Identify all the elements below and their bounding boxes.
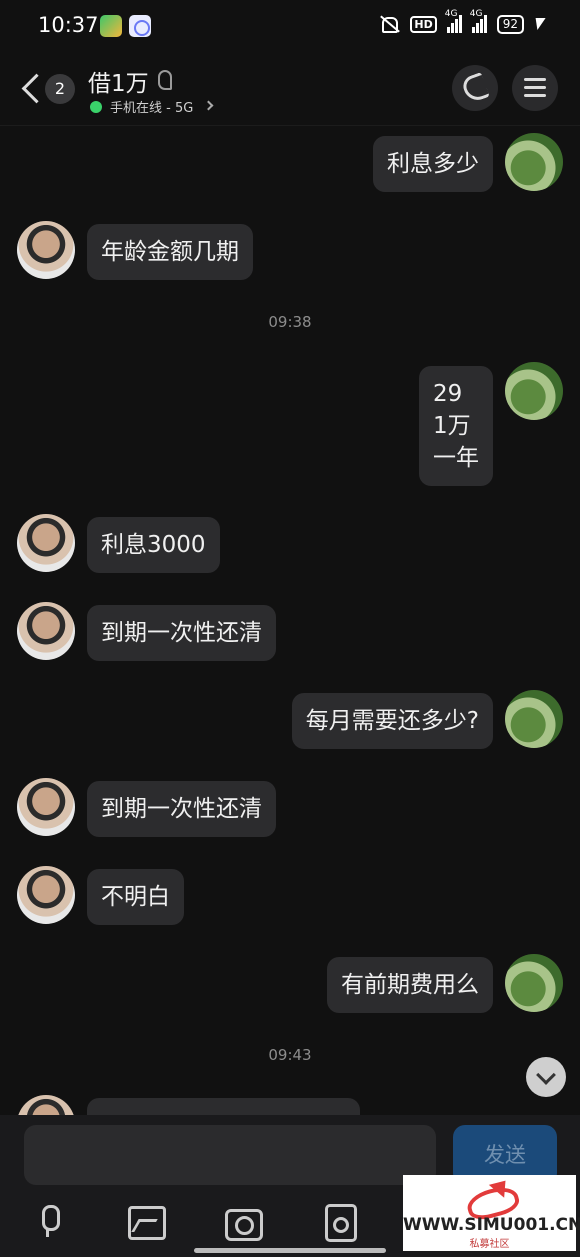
ear-icon [158, 70, 172, 90]
message-bubble-incoming[interactable]: 利息3000 [87, 517, 220, 573]
watermark-subtitle: 私募社区 [469, 1239, 510, 1250]
chevron-right-icon[interactable] [203, 100, 214, 111]
message-list[interactable]: 利息多少 年龄金额几期 09:38 29 1万 一年 利息3000 到期一次性还… [0, 127, 580, 1115]
image-icon[interactable] [127, 1203, 166, 1240]
online-indicator [90, 101, 102, 113]
home-indicator[interactable] [194, 1248, 386, 1253]
message-timestamp: 09:43 [268, 1046, 312, 1064]
scroll-to-bottom-button[interactable] [526, 1057, 566, 1097]
message-bubble-incoming[interactable] [87, 1098, 360, 1115]
hd-icon: HD [410, 15, 437, 33]
menu-button[interactable] [512, 65, 558, 111]
contact-avatar[interactable] [17, 602, 75, 660]
online-status[interactable]: 手机在线 - 5G [110, 97, 193, 116]
red-packet-icon[interactable] [321, 1203, 357, 1242]
contact-avatar[interactable] [17, 514, 75, 572]
status-bar: 10:37 HD 4G 4G 92 [0, 0, 580, 52]
message-bubble-outgoing[interactable]: 有前期费用么 [327, 957, 493, 1013]
contact-avatar[interactable] [17, 778, 75, 836]
app-notification-icon-2 [129, 15, 151, 37]
back-icon[interactable] [22, 74, 40, 102]
message-bubble-incoming[interactable]: 年龄金额几期 [87, 224, 253, 280]
battery-icon: 92 [496, 14, 524, 34]
my-avatar[interactable] [505, 690, 563, 748]
my-avatar[interactable] [505, 133, 563, 191]
watermark-logo-icon [461, 1179, 519, 1213]
signal-icon-2: 4G [470, 9, 487, 33]
watermark: WWW.SIMU001.CN 私募社区 [403, 1175, 580, 1251]
message-bubble-outgoing[interactable]: 利息多少 [373, 136, 493, 192]
contact-avatar[interactable] [17, 1095, 75, 1115]
message-bubble-incoming[interactable]: 到期一次性还清 [87, 781, 276, 837]
message-bubble-outgoing[interactable]: 29 1万 一年 [419, 366, 493, 486]
voice-call-button[interactable] [452, 65, 498, 111]
message-bubble-outgoing[interactable]: 每月需要还多少? [291, 693, 493, 749]
camera-icon[interactable] [224, 1203, 263, 1241]
message-bubble-incoming[interactable]: 不明白 [87, 869, 184, 925]
mic-icon[interactable] [30, 1203, 66, 1239]
message-timestamp: 09:38 [268, 313, 312, 331]
mute-icon [378, 14, 400, 34]
unread-badge[interactable]: 2 [45, 74, 75, 104]
chat-header: 2 借1万 手机在线 - 5G [0, 52, 580, 126]
status-time: 10:37 [38, 13, 99, 37]
signal-icon: 4G [445, 9, 462, 33]
menu-icon [524, 78, 546, 98]
my-avatar[interactable] [505, 362, 563, 420]
contact-avatar[interactable] [17, 221, 75, 279]
message-bubble-incoming[interactable]: 到期一次性还清 [87, 605, 276, 661]
app-notification-icon [100, 15, 122, 37]
phone-icon [460, 72, 490, 104]
watermark-site: WWW.SIMU001.CN [403, 1215, 580, 1235]
contact-name[interactable]: 借1万 [88, 64, 149, 98]
my-avatar[interactable] [505, 954, 563, 1012]
charging-icon [532, 18, 546, 30]
contact-avatar[interactable] [17, 866, 75, 924]
message-input[interactable] [24, 1125, 436, 1185]
